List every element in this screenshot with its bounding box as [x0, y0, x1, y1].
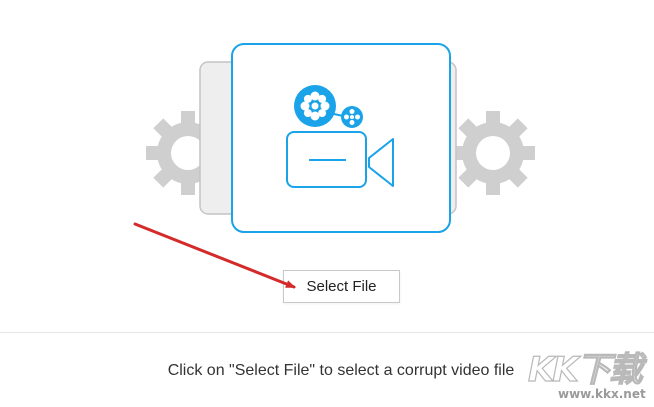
film-reel-icon	[294, 85, 336, 127]
front-card	[231, 43, 451, 233]
watermark-url: www.kkx.net	[558, 387, 646, 401]
illustration	[146, 43, 535, 233]
watermark-logo: KK下载	[527, 349, 643, 390]
watermark: KK下载 www.kkx.net	[527, 342, 654, 407]
select-file-button[interactable]: Select File	[283, 270, 400, 303]
repair-video-panel: Select File Click on "Select File" to se…	[0, 0, 654, 407]
right-gear-icon	[451, 111, 535, 195]
divider	[0, 332, 654, 333]
